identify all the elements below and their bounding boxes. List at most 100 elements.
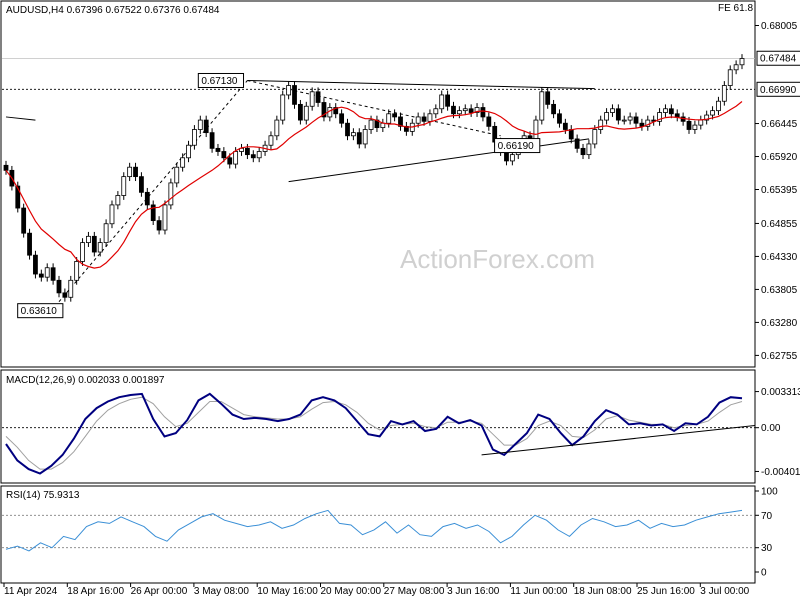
candle-body: [121, 176, 127, 196]
price-tick-5: 0.65395: [761, 185, 798, 196]
candle-body: [368, 119, 374, 130]
candle-body: [580, 147, 586, 156]
candle-body: [604, 112, 609, 121]
candle-body: [621, 119, 627, 122]
candle-body: [68, 279, 74, 298]
candle-body: [309, 91, 315, 107]
candle-body: [339, 113, 345, 124]
price-tick-0: 0.68005: [761, 21, 798, 32]
candle-body: [610, 108, 615, 113]
candle-body: [439, 94, 445, 110]
watermark: ActionForex.com: [400, 244, 595, 274]
x-tick-9: 18 Jun 08:00: [574, 586, 632, 597]
candle-body: [292, 85, 297, 105]
candle-body: [433, 108, 439, 115]
candle-body: [303, 105, 309, 121]
candle-body: [80, 242, 85, 262]
candle-body: [674, 113, 680, 118]
price-tick-8: 0.63805: [761, 285, 798, 296]
candle-body: [562, 122, 568, 130]
rsi-title: RSI(14) 75.9313: [6, 490, 80, 501]
candle-body: [421, 116, 427, 122]
candle-body: [245, 147, 250, 156]
candle-body: [156, 220, 162, 231]
candle-body: [668, 108, 674, 115]
candle-body: [180, 157, 186, 168]
macd-tick-0: 0.003313: [761, 387, 800, 398]
candle-body: [21, 207, 27, 234]
rsi-tick-3: 0: [761, 568, 767, 579]
candle-body: [174, 166, 180, 184]
candle-body: [486, 116, 492, 127]
annotation-mid: 0.66190: [498, 141, 535, 152]
candle-body: [539, 91, 545, 121]
candle-body: [227, 157, 233, 165]
candle-body: [168, 182, 174, 206]
x-tick-4: 10 May 16:00: [257, 586, 318, 597]
candle-body: [350, 132, 356, 137]
candle-body: [256, 151, 262, 159]
symbol-title: AUDUSD,H4 0.67396 0.67522 0.67376 0.6748…: [6, 5, 220, 16]
candle-body: [480, 107, 486, 118]
chart-canvas: AUDUSD,H4 0.67396 0.67522 0.67376 0.6748…: [0, 0, 800, 600]
x-tick-3: 3 May 08:00: [194, 586, 249, 597]
candle-body: [209, 132, 215, 149]
x-tick-11: 3 Jul 00:00: [700, 586, 749, 597]
candle-body: [297, 103, 303, 121]
candle-body: [415, 116, 421, 124]
annotation-low: 0.63610: [21, 306, 58, 317]
candle-body: [392, 113, 398, 118]
candle-body: [3, 164, 9, 171]
candle-body: [456, 110, 462, 115]
annotation-high: 0.67130: [201, 76, 238, 87]
x-tick-8: 11 Jun 00:00: [510, 586, 568, 597]
candle-body: [362, 129, 368, 145]
candle-body: [139, 176, 144, 193]
candle-body: [716, 100, 721, 112]
candle-body: [203, 119, 209, 134]
price-tick-7: 0.64330: [761, 252, 798, 263]
candle-body: [345, 122, 350, 137]
candle-body: [268, 135, 274, 146]
candle-body: [133, 166, 138, 178]
candle-body: [286, 85, 292, 96]
candle-body: [109, 204, 115, 225]
price-tick-3: 0.66445: [761, 119, 798, 130]
x-tick-7: 3 Jun 16:00: [447, 586, 500, 597]
candle-body: [192, 129, 197, 146]
macd-tick-2: -0.004016: [761, 467, 800, 478]
candle-body: [280, 94, 286, 121]
candle-body: [50, 267, 56, 281]
candle-body: [427, 113, 433, 122]
candle-body: [692, 124, 698, 130]
price-tick-4: 0.65920: [761, 152, 798, 163]
candle-body: [551, 103, 556, 115]
candle-body: [615, 108, 621, 121]
x-tick-5: 20 May 00:00: [321, 586, 382, 597]
rsi-tick-1: 70: [761, 511, 773, 522]
candle-body: [162, 204, 168, 231]
candle-body: [739, 58, 745, 66]
candle-body: [127, 166, 133, 178]
fib-label: FE 61.8: [718, 3, 753, 14]
candle-body: [38, 273, 44, 278]
candle-body: [144, 191, 150, 206]
candle-body: [115, 195, 121, 206]
x-tick-10: 25 Jun 16:00: [637, 586, 695, 597]
candle-body: [721, 85, 727, 102]
candle-body: [533, 119, 539, 140]
candle-body: [33, 254, 38, 275]
candle-body: [633, 116, 639, 124]
candle-body: [91, 235, 97, 253]
candle-body: [545, 91, 551, 105]
price-label-reference: 0.66990: [760, 85, 797, 96]
candle-body: [445, 94, 451, 107]
candle-body: [557, 113, 562, 124]
candle-body: [592, 129, 598, 145]
candle-body: [663, 108, 668, 113]
candle-body: [274, 119, 280, 137]
candle-body: [468, 108, 474, 113]
candle-body: [215, 147, 221, 152]
candle-body: [197, 119, 203, 130]
candle-body: [451, 105, 456, 115]
